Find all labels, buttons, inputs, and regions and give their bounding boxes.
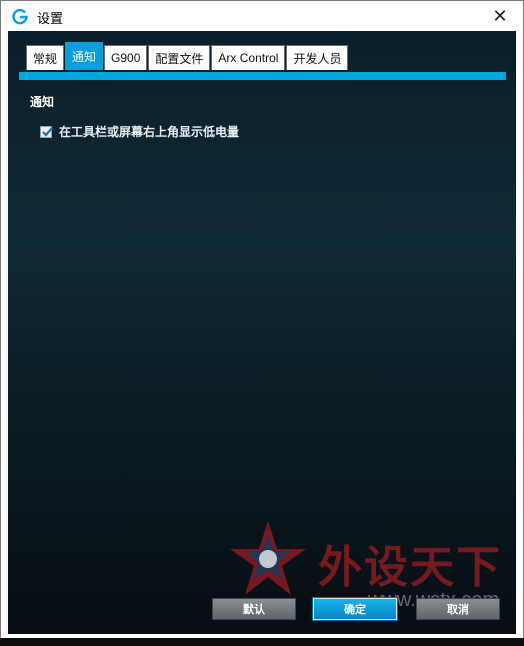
- low-battery-checkbox[interactable]: [40, 125, 53, 138]
- settings-content: 常规 通知 G900 配置文件 Arx Control 开发人员 通知 在工具栏…: [8, 31, 516, 634]
- tab-bar: 常规 通知 G900 配置文件 Arx Control 开发人员: [26, 42, 349, 71]
- background-app-strip: [0, 638, 524, 646]
- tab-notifications[interactable]: 通知: [65, 42, 104, 70]
- checkmark-icon: [42, 126, 53, 137]
- window-title: 设置: [37, 12, 64, 27]
- close-icon: ✕: [492, 5, 508, 27]
- default-button[interactable]: 默认: [212, 598, 296, 620]
- tab-developer[interactable]: 开发人员: [286, 45, 349, 70]
- ok-button[interactable]: 确定: [312, 597, 398, 621]
- title-bar: 设置 ✕: [1, 1, 523, 31]
- tab-g900[interactable]: G900: [104, 45, 148, 70]
- tab-profiles[interactable]: 配置文件: [148, 45, 211, 70]
- low-battery-label: 在工具栏或屏幕右上角显示低电量: [59, 125, 240, 139]
- tab-underline: [19, 72, 506, 80]
- star-mascot-icon: [230, 521, 306, 595]
- watermark-text: 外设天下: [318, 542, 502, 593]
- tab-general[interactable]: 常规: [26, 45, 65, 70]
- close-button[interactable]: ✕: [477, 1, 523, 31]
- low-battery-option[interactable]: 在工具栏或屏幕右上角显示低电量: [40, 123, 239, 140]
- tab-arx-control[interactable]: Arx Control: [211, 45, 286, 70]
- logitech-g-icon: [12, 8, 28, 25]
- cancel-button[interactable]: 取消: [416, 598, 500, 620]
- section-title: 通知: [30, 95, 55, 109]
- settings-window: 设置 ✕ 常规 通知 G900 配置文件 Arx Control 开发人员 通知…: [0, 0, 524, 640]
